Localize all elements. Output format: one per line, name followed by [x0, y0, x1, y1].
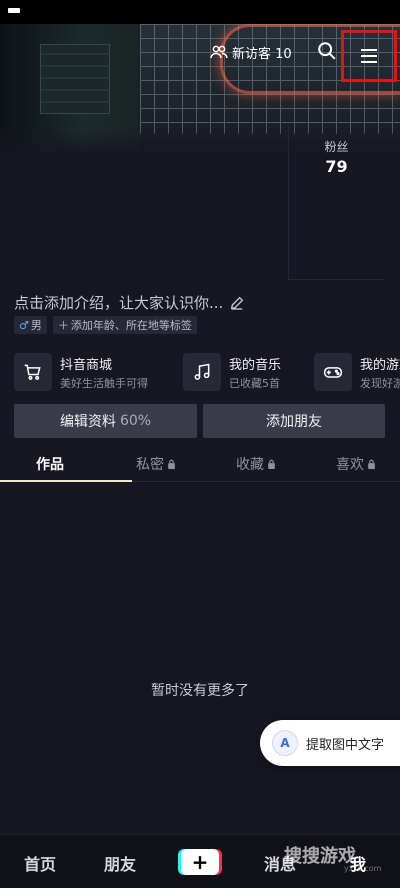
visitor-label: 新访客 10 — [232, 46, 292, 62]
nav-friends[interactable]: 朋友 — [104, 851, 136, 875]
feature-title: 抖音商城 — [60, 357, 113, 373]
create-button[interactable]: + — [181, 849, 219, 875]
pencil-icon — [231, 296, 244, 310]
edit-profile-button[interactable]: 编辑资料 60% — [14, 404, 197, 438]
feature-title: 我的音乐 — [229, 357, 282, 373]
gender-tag[interactable]: ♂ 男 — [14, 316, 47, 334]
lock-icon — [168, 459, 175, 469]
plus-icon: + — [191, 850, 209, 874]
watermark-url: yxss.com — [344, 864, 382, 873]
male-icon: ♂ — [19, 318, 29, 332]
music-note-icon — [183, 353, 221, 391]
tab-label: 喜欢 — [336, 457, 364, 473]
search-button[interactable] — [316, 40, 338, 62]
feature-subtitle: 发现好游戏 — [360, 376, 400, 390]
content-tabs: 作品 私密 收藏 喜欢 — [0, 448, 400, 482]
feature-shop[interactable]: 抖音商城 美好生活触手可得 — [14, 352, 148, 392]
extract-text-button[interactable]: A 提取图中文字 — [260, 720, 400, 766]
tab-likes[interactable]: 喜欢 — [306, 454, 400, 474]
feature-games[interactable]: 我的游戏 发现好游戏 — [314, 352, 400, 392]
add-tags-button[interactable]: ＋ 添加年龄、所在地等标签 — [52, 316, 197, 334]
fans-stat[interactable]: 粉丝 79 — [288, 126, 384, 280]
tab-label: 收藏 — [236, 457, 264, 473]
edit-profile-percent: 60% — [119, 413, 152, 429]
status-bar — [0, 0, 400, 24]
visitor-button[interactable]: 新访客 10 — [210, 40, 292, 64]
tab-favorites[interactable]: 收藏 — [206, 454, 306, 474]
add-tags-label: 添加年龄、所在地等标签 — [70, 319, 192, 332]
menu-icon — [361, 49, 377, 63]
feature-row: 抖音商城 美好生活触手可得 我的音乐 已收藏5首 我的游戏 — [14, 352, 400, 392]
watermark: 搜搜游戏 yxss.com — [284, 842, 381, 873]
tab-works[interactable]: 作品 — [0, 454, 100, 474]
plus-icon: ＋ — [57, 319, 69, 332]
feature-subtitle: 已收藏5首 — [229, 376, 280, 390]
tab-label: 作品 — [36, 457, 64, 473]
text-scan-icon: A — [272, 730, 298, 756]
fans-count: 79 — [325, 157, 348, 176]
status-indicator — [8, 8, 20, 13]
extract-text-label: 提取图中文字 — [306, 737, 385, 753]
visitors-icon — [210, 45, 228, 59]
empty-state-text: 暂时没有更多了 — [151, 683, 249, 699]
add-friend-label: 添加朋友 — [266, 414, 322, 430]
top-bar: 新访客 10 — [0, 30, 400, 82]
bio-edit[interactable]: 点击添加介绍，让大家认识你... — [14, 292, 245, 313]
bio-placeholder: 点击添加介绍，让大家认识你... — [14, 294, 224, 312]
cart-icon — [14, 353, 52, 391]
feature-music[interactable]: 我的音乐 已收藏5首 — [183, 352, 281, 392]
tab-label: 私密 — [136, 457, 164, 473]
lock-icon — [268, 459, 275, 469]
active-tab-indicator — [0, 480, 132, 482]
lock-icon — [368, 459, 375, 469]
feature-subtitle: 美好生活触手可得 — [60, 376, 148, 390]
tab-private[interactable]: 私密 — [106, 454, 206, 474]
fans-label: 粉丝 — [324, 140, 349, 154]
profile-tags: ♂ 男 ＋ 添加年龄、所在地等标签 — [14, 316, 197, 334]
gamepad-icon — [314, 353, 352, 391]
edit-profile-label: 编辑资料 — [59, 414, 116, 430]
menu-button[interactable] — [341, 30, 397, 82]
add-friend-button[interactable]: 添加朋友 — [203, 404, 385, 438]
gender-label: 男 — [30, 319, 42, 332]
feature-title: 我的游戏 — [360, 357, 400, 373]
nav-home[interactable]: 首页 — [24, 851, 56, 875]
search-icon — [318, 42, 336, 60]
